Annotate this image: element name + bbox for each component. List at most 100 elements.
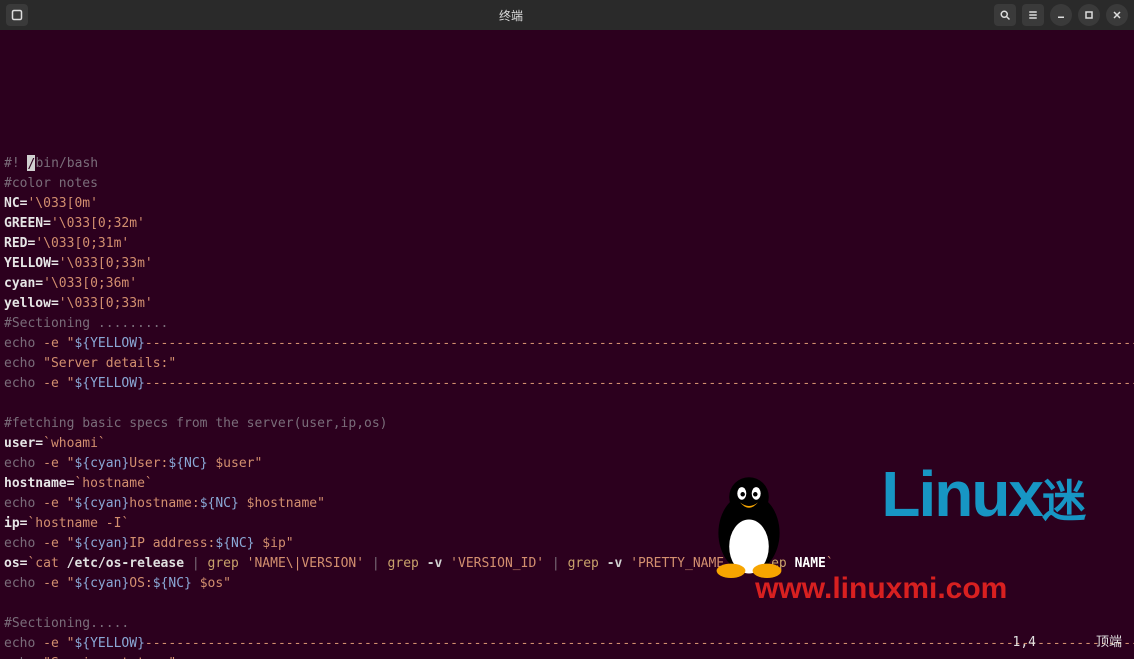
titlebar-right (994, 4, 1128, 26)
code-line: cyan='\033[0;36m' (4, 274, 1130, 294)
code-token: grep (568, 556, 607, 571)
minimize-button[interactable] (1050, 4, 1072, 26)
code-token: ----------------------------------------… (145, 336, 1134, 351)
code-line: os=`cat /etc/os-release | grep 'NAME\|VE… (4, 554, 1130, 574)
code-token: -e (43, 456, 66, 471)
code-line: YELLOW='\033[0;33m' (4, 254, 1130, 274)
code-token: -v (427, 556, 450, 571)
code-token: ${NC} (153, 576, 192, 591)
code-token: RED= (4, 236, 35, 251)
code-token: GREEN= (4, 216, 51, 231)
code-line: GREEN='\033[0;32m' (4, 214, 1130, 234)
code-token: `hostname -I` (27, 516, 129, 531)
code-token: ----------------------------------------… (145, 376, 1134, 391)
code-token: hostname: (129, 496, 199, 511)
close-icon (1111, 9, 1123, 21)
code-token: '\033[0;32m' (51, 216, 145, 231)
code-token: ${cyan} (74, 496, 129, 511)
scroll-position: 顶端 (1096, 633, 1122, 653)
close-button[interactable] (1106, 4, 1128, 26)
code-token: | (364, 556, 387, 571)
code-line: echo -e "${YELLOW}----------------------… (4, 374, 1130, 394)
code-line: NC='\033[0m' (4, 194, 1130, 214)
code-token: ${NC} (215, 536, 254, 551)
code-token: ----------------------------------------… (145, 636, 1134, 651)
code-token: ${NC} (200, 496, 239, 511)
code-line: ip=`hostname -I` (4, 514, 1130, 534)
code-token: echo (4, 496, 43, 511)
code-token: | (732, 556, 755, 571)
search-button[interactable] (994, 4, 1016, 26)
code-line: user=`whoami` (4, 434, 1130, 454)
code-token: user= (4, 436, 43, 451)
code-token: $hostname" (239, 496, 325, 511)
code-token: YELLOW= (4, 256, 59, 271)
minimize-icon (1055, 9, 1067, 21)
code-token: '\033[0m' (27, 196, 97, 211)
new-tab-button[interactable] (6, 4, 28, 26)
code-token: echo (4, 336, 43, 351)
terminal-tab-icon (11, 9, 23, 21)
code-token: -e (43, 496, 66, 511)
code-token: ${YELLOW} (74, 336, 144, 351)
code-token: echo (4, 376, 43, 391)
code-line: #fetching basic specs from the server(us… (4, 414, 1130, 434)
code-token: ${cyan} (74, 536, 129, 551)
code-line: echo -e "${cyan}hostname:${NC} $hostname… (4, 494, 1130, 514)
code-token: grep (388, 556, 427, 571)
cursor-position: 1,4 (1013, 633, 1036, 653)
code-token: | (544, 556, 567, 571)
menu-button[interactable] (1022, 4, 1044, 26)
code-token: -v (607, 556, 630, 571)
code-token: -e (43, 336, 66, 351)
maximize-button[interactable] (1078, 4, 1100, 26)
code-line: yellow='\033[0;33m' (4, 294, 1130, 314)
code-token: OS: (129, 576, 152, 591)
code-token: -e (43, 536, 66, 551)
code-token: #Sectioning ......... (4, 316, 168, 331)
code-token: hostname= (4, 476, 74, 491)
code-token: echo (4, 356, 43, 371)
window-title: 终端 (28, 7, 994, 24)
search-icon (999, 9, 1011, 21)
code-line: RED='\033[0;31m' (4, 234, 1130, 254)
code-token: IP address: (129, 536, 215, 551)
code-token: grep (208, 556, 247, 571)
terminal-editor-area[interactable]: #! /bin/bash#color notesNC='\033[0m'GREE… (0, 30, 1134, 659)
code-token: #Sectioning..... (4, 616, 129, 631)
code-token: echo (4, 536, 43, 551)
maximize-icon (1083, 9, 1095, 21)
code-line (4, 394, 1130, 414)
code-token: /etc/os-release (67, 556, 184, 571)
code-token: | (184, 556, 207, 571)
code-line: echo "Server details:" (4, 354, 1130, 374)
code-token: #fetching basic specs from the server(us… (4, 416, 388, 431)
code-token: os= (4, 556, 27, 571)
code-line: #Sectioning ......... (4, 314, 1130, 334)
code-token: NC= (4, 196, 27, 211)
code-token: -e (43, 636, 66, 651)
code-token: echo (4, 456, 43, 471)
code-token: `cat (27, 556, 66, 571)
code-line: #! /bin/bash (4, 154, 1130, 174)
code-line: hostname=`hostname` (4, 474, 1130, 494)
code-token: ${YELLOW} (74, 376, 144, 391)
code-token: ${cyan} (74, 456, 129, 471)
code-line: echo -e "${YELLOW}----------------------… (4, 634, 1130, 654)
code-token: echo (4, 636, 43, 651)
code-line: echo -e "${YELLOW}----------------------… (4, 334, 1130, 354)
vim-ruler: 1,4 顶端 (1013, 633, 1123, 653)
code-token (4, 596, 12, 611)
window-titlebar: 终端 (0, 0, 1134, 30)
code-line: #color notes (4, 174, 1130, 194)
code-token: '\033[0;36m' (43, 276, 137, 291)
code-line: echo "Service status:" (4, 654, 1130, 659)
hamburger-icon (1027, 9, 1039, 21)
code-token: 'NAME\|VERSION' (247, 556, 364, 571)
code-token: -e (43, 376, 66, 391)
code-token: grep (755, 556, 794, 571)
code-token: "Server details:" (43, 356, 176, 371)
code-token: $user" (208, 456, 263, 471)
code-token: ${YELLOW} (74, 636, 144, 651)
code-token: ` (826, 556, 834, 571)
